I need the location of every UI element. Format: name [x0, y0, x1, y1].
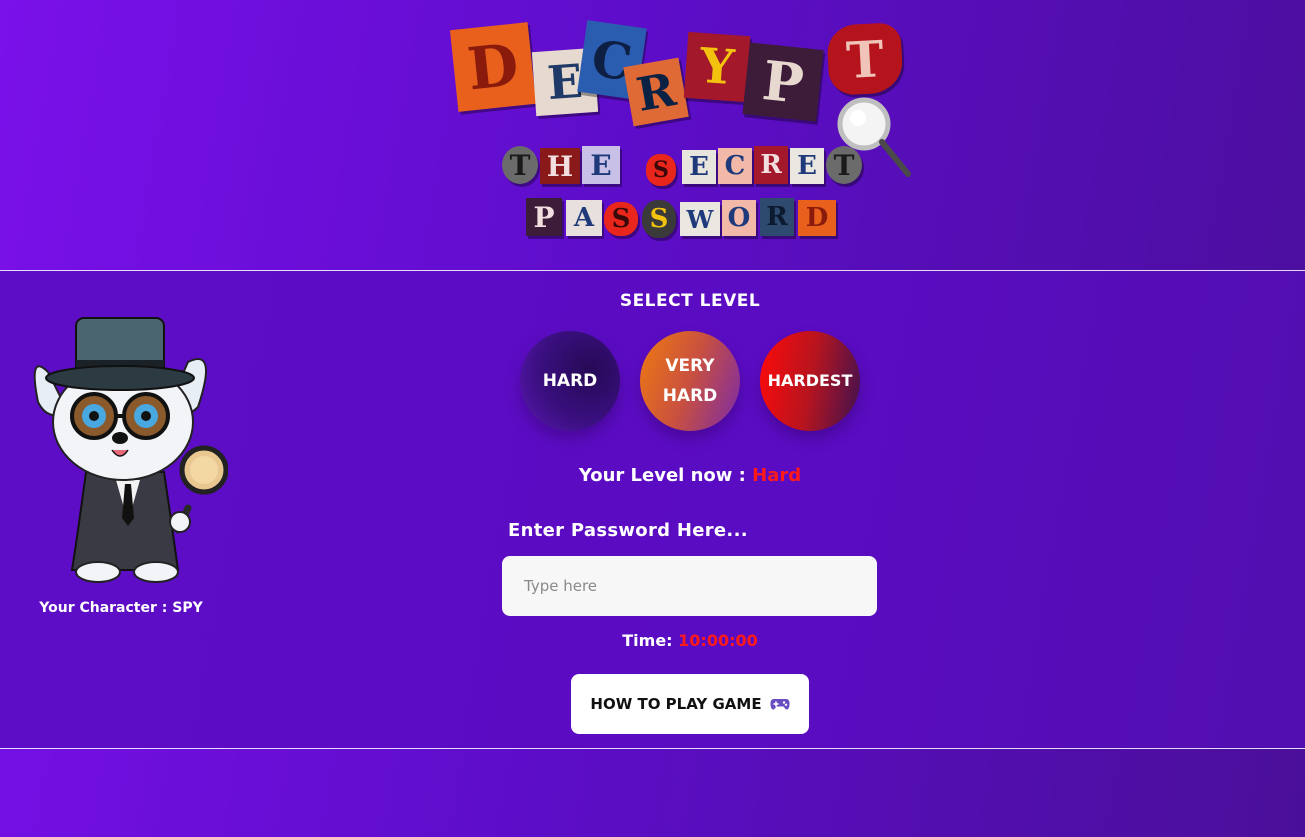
level-hard-label: HARD: [542, 371, 598, 391]
logo-tile-r: R: [623, 57, 689, 127]
logo-pw-d: D: [798, 200, 836, 236]
select-level-heading: SELECT LEVEL: [619, 291, 761, 311]
character-label: Your Character : SPY: [39, 600, 203, 616]
logo-sub-e: E: [582, 146, 620, 184]
level-very-hard-button[interactable]: VERY HARD: [640, 331, 740, 431]
how-to-play-label: HOW TO PLAY GAME: [590, 695, 762, 713]
logo-pw-p: P: [526, 198, 562, 236]
header: D E C R Y P T T H E S E C R E T P A S S …: [0, 0, 1305, 270]
current-level-status: Your Level now : Hard: [480, 465, 900, 486]
logo-sub-e2: E: [682, 150, 716, 184]
logo-pw-s: S: [604, 202, 638, 236]
timer-label: Time:: [622, 631, 673, 650]
logo-sub-c: C: [718, 148, 752, 184]
how-to-play-button[interactable]: HOW TO PLAY GAME: [571, 674, 809, 734]
logo-tile-p: P: [742, 42, 824, 122]
logo-sub-t: T: [502, 146, 538, 184]
logo-sub-s: S: [646, 154, 676, 186]
level-very-hard-label: VERY HARD: [662, 356, 718, 406]
current-level-prefix: Your Level now :: [578, 465, 746, 486]
timer: Time: 10:00:00: [560, 631, 820, 650]
current-level-value: Hard: [752, 465, 802, 486]
spy-dog-icon: [33, 317, 229, 583]
gamepad-icon: [770, 699, 790, 710]
bottom-divider: [0, 748, 1305, 749]
password-label: Enter Password Here...: [508, 520, 748, 541]
level-hard-button[interactable]: HARD: [520, 331, 620, 431]
logo-pw-s2: S: [642, 200, 676, 238]
logo-tile-t: T: [826, 22, 904, 96]
logo-pw-o: O: [722, 200, 756, 236]
logo-sub-e3: E: [790, 148, 824, 184]
level-hardest-button[interactable]: HARDEST: [760, 331, 860, 431]
logo-pw-w: W: [680, 202, 720, 236]
logo-tile-y: Y: [683, 31, 751, 103]
password-input[interactable]: [502, 556, 877, 616]
timer-value: 10:00:00: [678, 631, 758, 650]
logo-pw-r: R: [760, 198, 794, 236]
level-hardest-label: HARDEST: [767, 371, 853, 390]
logo-sub-r: R: [754, 146, 788, 184]
logo-tile-d: D: [449, 22, 537, 112]
logo-sub-t2: T: [826, 146, 862, 184]
logo-pw-a: A: [566, 200, 602, 236]
decrypt-logo: D E C R Y P T T H E S E C R E T P A S S …: [449, 18, 911, 243]
logo-sub-h: H: [540, 148, 580, 184]
spy-character-avatar: [28, 312, 229, 584]
